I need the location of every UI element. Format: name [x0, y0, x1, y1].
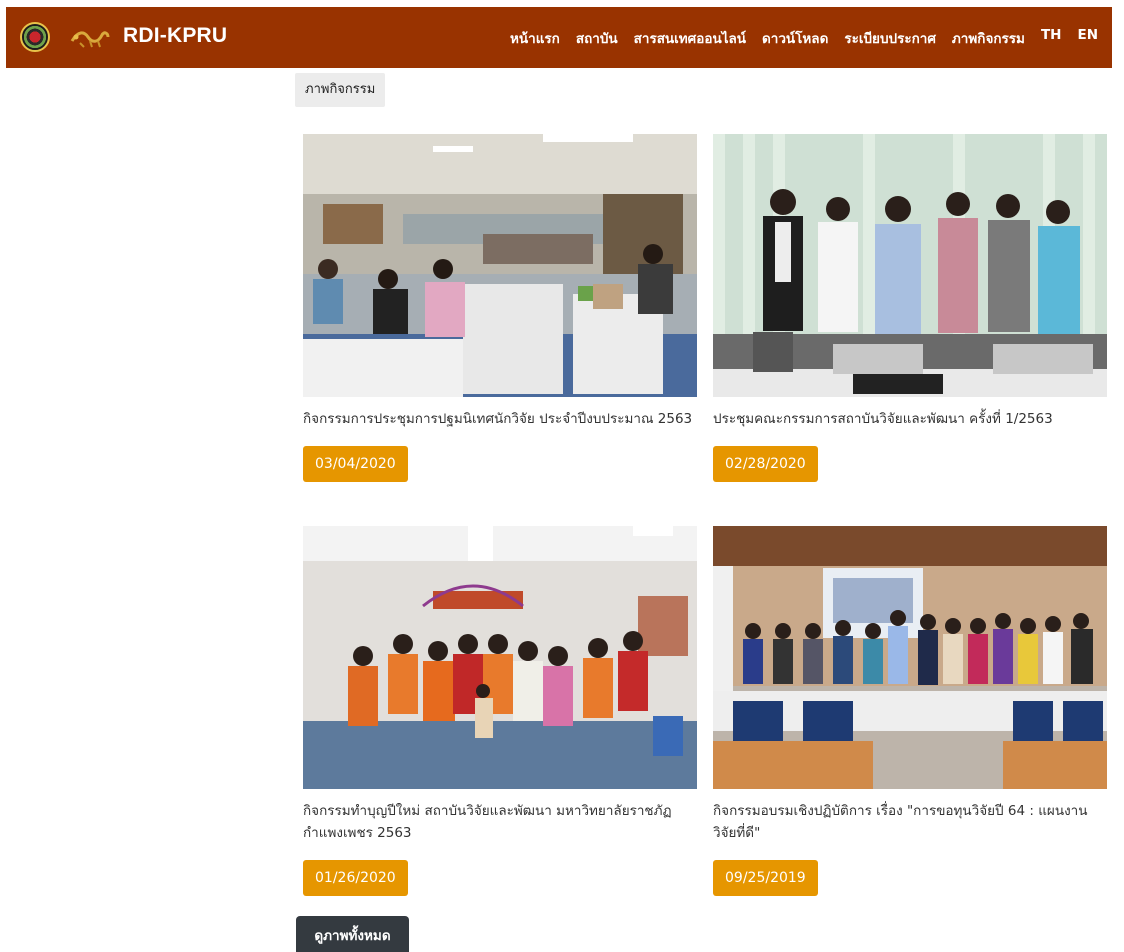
- brand-name[interactable]: RDI-KPRU: [123, 24, 227, 48]
- university-seal-logo[interactable]: [20, 22, 50, 52]
- activity-photo-new-year-merit[interactable]: [303, 526, 697, 789]
- activity-caption[interactable]: กิจกรรมการประชุมการปฐมนิเทศนักวิจัย ประจ…: [303, 408, 699, 430]
- activity-caption[interactable]: ประชุมคณะกรรมการสถาบันวิจัยและพัฒนา ครั้…: [713, 408, 1109, 430]
- activity-date-button[interactable]: 02/28/2020: [713, 446, 818, 482]
- activity-date-button[interactable]: 03/04/2020: [303, 446, 408, 482]
- nav-lang-th[interactable]: TH: [1033, 27, 1070, 49]
- nav-home[interactable]: หน้าแรก: [502, 27, 568, 49]
- nav-activities[interactable]: ภาพกิจกรรม: [944, 27, 1033, 49]
- activity-date-button[interactable]: 01/26/2020: [303, 860, 408, 896]
- view-all-photos-button[interactable]: ดูภาพทั้งหมด: [296, 916, 409, 952]
- activity-photo-committee-group[interactable]: [713, 134, 1107, 397]
- activity-card: กิจกรรมทำบุญปีใหม่ สถาบันวิจัยและพัฒนา ม…: [303, 526, 699, 896]
- nav-lang-en[interactable]: EN: [1069, 27, 1106, 49]
- naga-emblem-logo: [70, 31, 110, 48]
- nav-download[interactable]: ดาวน์โหลด: [754, 27, 836, 49]
- activity-photo-seminar-room[interactable]: [303, 134, 697, 397]
- activity-card: กิจกรรมอบรมเชิงปฏิบัติการ เรื่อง "การขอท…: [713, 526, 1109, 896]
- nav-regulations[interactable]: ระเบียบประกาศ: [836, 27, 944, 49]
- activity-caption[interactable]: กิจกรรมทำบุญปีใหม่ สถาบันวิจัยและพัฒนา ม…: [303, 800, 699, 844]
- activity-photo-workshop-group[interactable]: [713, 526, 1107, 789]
- nav-institute[interactable]: สถาบัน: [568, 27, 626, 49]
- activity-caption[interactable]: กิจกรรมอบรมเชิงปฏิบัติการ เรื่อง "การขอท…: [713, 800, 1109, 844]
- top-navbar: RDI-KPRU หน้าแรก สถาบัน สารสนเทศออนไลน์ …: [6, 7, 1112, 68]
- activity-card: กิจกรรมการประชุมการปฐมนิเทศนักวิจัย ประจ…: [303, 134, 699, 482]
- activity-date-button[interactable]: 09/25/2019: [713, 860, 818, 896]
- activity-card: ประชุมคณะกรรมการสถาบันวิจัยและพัฒนา ครั้…: [713, 134, 1109, 482]
- main-menu: หน้าแรก สถาบัน สารสนเทศออนไลน์ ดาวน์โหลด…: [502, 27, 1106, 49]
- section-title-tag: ภาพกิจกรรม: [295, 73, 386, 107]
- nav-online-info[interactable]: สารสนเทศออนไลน์: [626, 27, 754, 49]
